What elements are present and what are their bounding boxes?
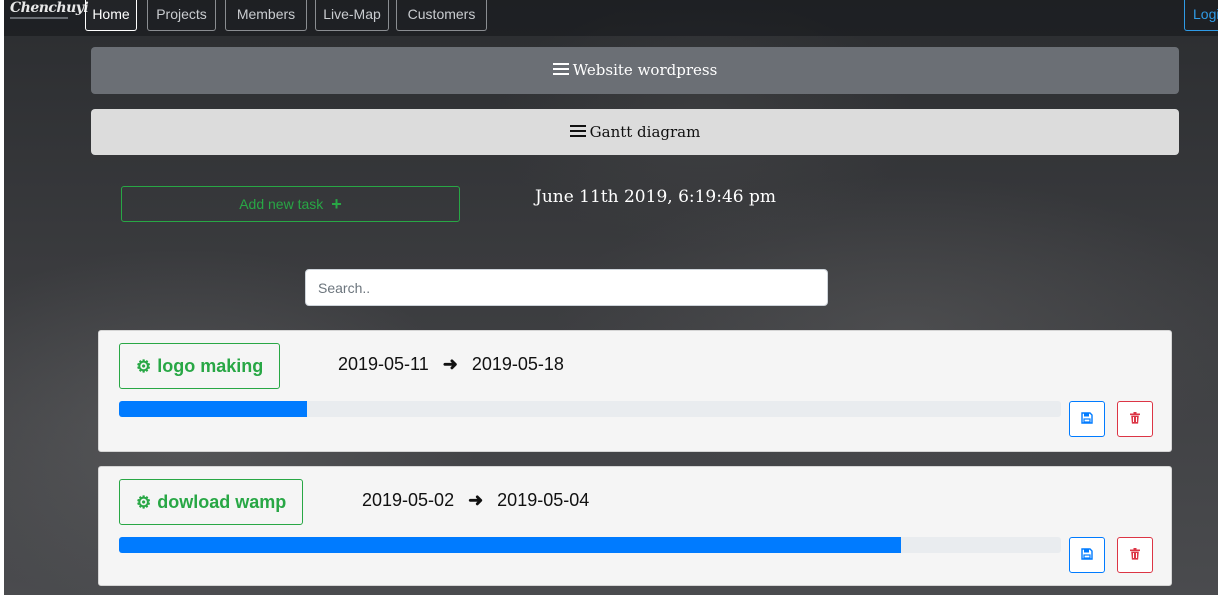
app-window: Chenchuyi Home Projects Members Live-Map… bbox=[4, 0, 1218, 595]
task-date-range: 2019-05-11 ➜ 2019-05-18 bbox=[338, 353, 564, 375]
nav-tab-home[interactable]: Home bbox=[85, 0, 137, 31]
gear-icon: ⚙ bbox=[136, 357, 152, 376]
arrow-right-icon: ➜ bbox=[468, 490, 484, 510]
task-progress-bar bbox=[119, 537, 1061, 553]
arrow-right-icon: ➜ bbox=[442, 354, 458, 374]
trash-icon bbox=[1130, 548, 1140, 560]
nav-tab-live-map[interactable]: Live-Map bbox=[315, 0, 389, 31]
top-navbar: Chenchuyi Home Projects Members Live-Map… bbox=[4, 0, 1218, 36]
delete-task-button[interactable] bbox=[1117, 537, 1153, 573]
gantt-diagram-label: Gantt diagram bbox=[589, 123, 701, 141]
search-input[interactable] bbox=[305, 269, 828, 306]
project-title: Website wordpress bbox=[572, 61, 718, 79]
brand-logo-underline bbox=[10, 17, 68, 19]
task-start-date: 2019-05-11 bbox=[338, 354, 429, 374]
task-name: logo making bbox=[157, 356, 264, 376]
floppy-disk-icon bbox=[1081, 548, 1093, 560]
nav-tab-customers[interactable]: Customers bbox=[396, 0, 487, 31]
brand-logo[interactable]: Chenchuyi bbox=[10, 1, 89, 15]
nav-tab-projects[interactable]: Projects bbox=[147, 0, 216, 31]
task-name-button[interactable]: ⚙ logo making bbox=[119, 343, 281, 389]
task-end-date: 2019-05-04 bbox=[497, 490, 590, 510]
task-progress-bar bbox=[119, 401, 1061, 417]
save-task-button[interactable] bbox=[1069, 537, 1105, 573]
task-progress-fill bbox=[119, 401, 308, 417]
task-card: ⚙ logo making 2019-05-11 ➜ 2019-05-18 bbox=[98, 330, 1172, 452]
bars-icon bbox=[569, 125, 586, 137]
save-task-button[interactable] bbox=[1069, 401, 1105, 437]
task-card: ⚙ dowload wamp 2019-05-02 ➜ 2019-05-04 bbox=[98, 466, 1172, 586]
task-start-date: 2019-05-02 bbox=[362, 490, 455, 510]
trash-icon bbox=[1130, 412, 1140, 424]
gantt-diagram-button[interactable]: Gantt diagram bbox=[91, 109, 1179, 155]
task-date-range: 2019-05-02 ➜ 2019-05-04 bbox=[362, 489, 589, 511]
task-name-button[interactable]: ⚙ dowload wamp bbox=[119, 479, 304, 525]
plus-icon: + bbox=[331, 194, 342, 214]
add-task-label: Add new task bbox=[239, 196, 324, 212]
task-progress-fill bbox=[119, 537, 901, 553]
project-title-bar[interactable]: Website wordpress bbox=[91, 47, 1179, 94]
task-name: dowload wamp bbox=[157, 492, 287, 512]
task-end-date: 2019-05-18 bbox=[471, 354, 564, 374]
add-task-button[interactable]: Add new task + bbox=[121, 186, 460, 222]
current-datetime: June 11th 2019, 6:19:46 pm bbox=[535, 187, 777, 207]
delete-task-button[interactable] bbox=[1117, 401, 1153, 437]
floppy-disk-icon bbox=[1081, 412, 1093, 424]
bars-icon bbox=[552, 63, 569, 75]
nav-tab-members[interactable]: Members bbox=[225, 0, 307, 31]
gear-icon: ⚙ bbox=[136, 493, 152, 512]
login-button[interactable]: Login bbox=[1184, 0, 1218, 31]
